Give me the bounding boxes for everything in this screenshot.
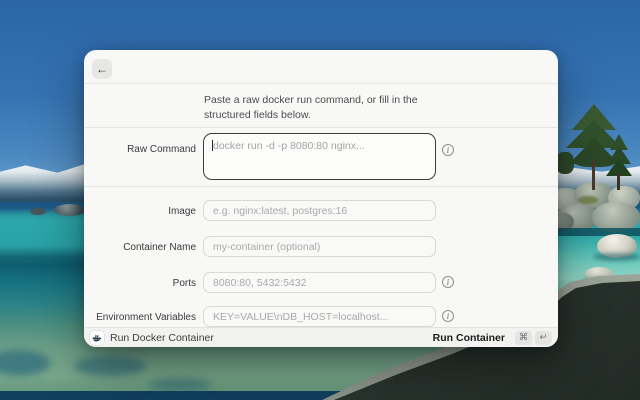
environment-variables-label: Environment Variables [84, 312, 196, 323]
wallpaper-pine-trunk [592, 160, 595, 190]
environment-variables-info-icon[interactable]: i [442, 310, 454, 322]
raw-command-label: Raw Command [84, 144, 196, 155]
image-label: Image [84, 206, 196, 217]
run-docker-container-dialog: ← Paste a raw docker run command, or fil… [84, 50, 558, 347]
wallpaper-pine-trunk [617, 172, 620, 190]
footer-command-name: Run Docker Container [110, 332, 433, 344]
raw-command-divider [84, 186, 558, 187]
header-divider [84, 83, 558, 84]
environment-variables-input[interactable] [203, 306, 436, 327]
image-input[interactable] [203, 200, 436, 221]
container-name-label: Container Name [84, 242, 196, 253]
ports-label: Ports [84, 278, 196, 289]
raw-command-field-wrap [203, 133, 436, 180]
wallpaper-boulder-shadow [593, 253, 640, 261]
dialog-footer: Run Docker Container Run Container ⌘ ↵ [84, 327, 558, 347]
back-button[interactable]: ← [92, 59, 112, 79]
cmd-key-icon: ⌘ [515, 331, 532, 345]
raw-command-textarea[interactable] [203, 133, 436, 180]
wallpaper-grass-tuft [578, 196, 598, 204]
wallpaper-shore-rock [30, 208, 46, 215]
wallpaper-water-patch [74, 356, 146, 376]
return-key-icon: ↵ [535, 331, 552, 345]
ports-info-icon[interactable]: i [442, 276, 454, 288]
back-arrow-icon: ← [96, 62, 108, 76]
container-name-input[interactable] [203, 236, 436, 257]
raw-command-info-icon[interactable]: i [442, 144, 454, 156]
docker-extension-icon [90, 331, 104, 345]
dialog-description: Paste a raw docker run command, or fill … [204, 93, 466, 123]
run-container-action[interactable]: Run Container [433, 332, 505, 344]
wallpaper-shore-rock [54, 204, 86, 216]
description-divider [84, 127, 558, 128]
ports-input[interactable] [203, 272, 436, 293]
wallpaper-water-patch [148, 378, 212, 392]
text-caret [212, 140, 213, 151]
